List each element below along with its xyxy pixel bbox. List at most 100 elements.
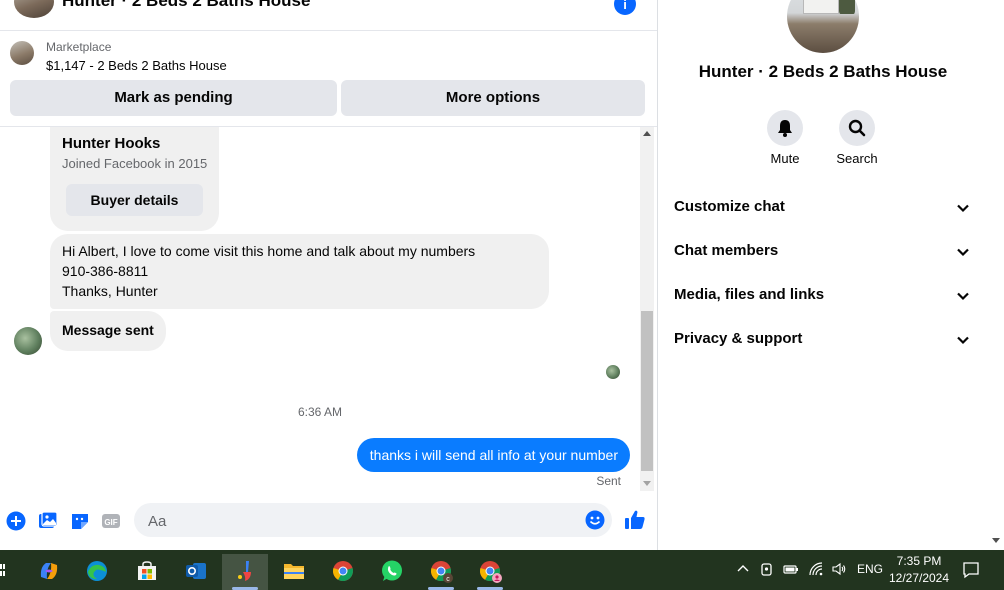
clock-date: 12/27/2024 bbox=[888, 571, 950, 585]
conversation-title[interactable]: Hunter · 2 Beds 2 Baths House bbox=[62, 0, 310, 11]
house-image bbox=[803, 0, 839, 14]
section-privacy-support[interactable]: Privacy & support bbox=[674, 321, 974, 357]
search-button[interactable]: Search bbox=[822, 110, 892, 166]
sender-avatar[interactable] bbox=[14, 327, 42, 355]
buyer-name: Hunter Hooks bbox=[62, 135, 161, 152]
incoming-message[interactable]: Message sent bbox=[50, 311, 166, 351]
chevron-down-icon bbox=[957, 204, 969, 213]
edge-icon[interactable] bbox=[78, 554, 116, 590]
info-title: Hunter · 2 Beds 2 Baths House bbox=[698, 62, 948, 81]
conversation-info-panel: Hunter · 2 Beds 2 Baths House Mute Searc… bbox=[658, 0, 988, 550]
thumbs-up-icon[interactable] bbox=[623, 508, 647, 532]
search-label: Search bbox=[836, 151, 878, 166]
meet-now-icon[interactable] bbox=[759, 561, 775, 577]
chevron-down-icon bbox=[957, 248, 969, 257]
svg-text:c: c bbox=[446, 576, 450, 583]
gif-icon[interactable]: GIF bbox=[101, 511, 121, 531]
timestamp: 6:36 AM bbox=[297, 405, 343, 419]
bell-icon bbox=[778, 120, 792, 137]
scroll-down-arrow[interactable] bbox=[643, 481, 651, 486]
emoji-icon[interactable] bbox=[585, 510, 605, 530]
windows-taskbar: c ENG 7:35 PM 12/27/2024 bbox=[0, 550, 1004, 590]
listing-title: $1,147 - 2 Beds 2 Baths House bbox=[46, 58, 227, 73]
tree-image bbox=[839, 0, 855, 14]
whatsapp-icon[interactable] bbox=[373, 554, 411, 590]
message-line: 910-386-8811 bbox=[62, 263, 149, 279]
chrome-glyph: c bbox=[431, 561, 453, 583]
chrome-glyph bbox=[480, 561, 502, 583]
message-input[interactable] bbox=[146, 503, 570, 539]
store-icon[interactable] bbox=[128, 554, 166, 590]
buyer-card: Hunter Hooks Joined Facebook in 2015 Buy… bbox=[50, 127, 219, 231]
message-thread: Hunter Hooks Joined Facebook in 2015 Buy… bbox=[0, 127, 640, 492]
outlook-icon[interactable] bbox=[177, 554, 215, 590]
volume-icon[interactable] bbox=[831, 561, 847, 577]
copilot-glyph bbox=[40, 563, 58, 579]
message-line: Hi Albert, I love to come visit this hom… bbox=[62, 243, 476, 259]
mark-as-pending-button[interactable]: Mark as pending bbox=[10, 80, 337, 116]
chrome-profile-c-icon[interactable]: c bbox=[422, 554, 460, 590]
more-options-button[interactable]: More options bbox=[341, 80, 645, 116]
scroll-down-arrow[interactable] bbox=[992, 538, 1000, 543]
message-composer: GIF bbox=[0, 496, 657, 544]
file-explorer-icon[interactable] bbox=[275, 554, 313, 590]
start-icon[interactable] bbox=[0, 562, 6, 578]
buyer-details-button[interactable]: Buyer details bbox=[66, 184, 203, 216]
info-icon[interactable]: i bbox=[614, 0, 636, 15]
marketplace-listing[interactable]: Marketplace $1,147 - 2 Beds 2 Baths Hous… bbox=[0, 31, 657, 76]
section-label: Media, files and links bbox=[674, 286, 825, 303]
chevron-down-icon bbox=[957, 336, 969, 345]
plus-icon[interactable] bbox=[6, 511, 26, 531]
paint-icon[interactable] bbox=[222, 554, 268, 590]
chrome-profile-icon[interactable] bbox=[471, 554, 509, 590]
mute-label: Mute bbox=[770, 151, 800, 166]
svg-text:GIF: GIF bbox=[104, 518, 117, 527]
message-status: Sent bbox=[596, 474, 621, 488]
mute-button-circle[interactable] bbox=[767, 110, 803, 146]
conversation-avatar[interactable] bbox=[14, 0, 54, 18]
buyer-joined: Joined Facebook in 2015 bbox=[62, 156, 208, 171]
folder-glyph bbox=[284, 564, 304, 579]
chat-header: Hunter · 2 Beds 2 Baths House i bbox=[0, 0, 657, 31]
message-input-wrapper bbox=[134, 503, 612, 539]
section-label: Privacy & support bbox=[674, 330, 803, 347]
message-line: Thanks, Hunter bbox=[62, 283, 158, 299]
copilot-icon[interactable] bbox=[30, 554, 68, 590]
chevron-down-icon bbox=[957, 292, 969, 301]
chat-pane: Hunter · 2 Beds 2 Baths House i Marketpl… bbox=[0, 0, 658, 550]
listing-thumbnail bbox=[10, 41, 34, 65]
sticker-icon[interactable] bbox=[70, 511, 90, 531]
listing-photo[interactable] bbox=[787, 0, 859, 53]
section-media-files-links[interactable]: Media, files and links bbox=[674, 277, 974, 313]
notification-icon[interactable] bbox=[962, 561, 980, 579]
search-button-circle[interactable] bbox=[839, 110, 875, 146]
read-receipt-avatar bbox=[606, 365, 620, 379]
scroll-thumb[interactable] bbox=[641, 311, 653, 471]
photo-icon[interactable] bbox=[38, 511, 58, 531]
thread-scrollbar[interactable] bbox=[640, 127, 654, 491]
outgoing-message[interactable]: thanks i will send all info at your numb… bbox=[356, 438, 630, 472]
chrome-glyph bbox=[333, 561, 353, 582]
wifi-icon[interactable] bbox=[808, 561, 824, 577]
battery-icon[interactable] bbox=[783, 561, 799, 577]
incoming-message[interactable]: Hi Albert, I love to come visit this hom… bbox=[50, 234, 549, 309]
section-label: Chat members bbox=[674, 242, 779, 259]
mute-button[interactable]: Mute bbox=[750, 110, 820, 166]
section-chat-members[interactable]: Chat members bbox=[674, 233, 974, 269]
section-customize-chat[interactable]: Customize chat bbox=[674, 189, 974, 225]
info-panel-scrollbar[interactable] bbox=[988, 0, 1004, 550]
search-icon bbox=[848, 119, 866, 137]
clock-time: 7:35 PM bbox=[896, 554, 942, 568]
paint-glyph bbox=[238, 561, 251, 581]
clock[interactable]: 7:35 PM 12/27/2024 bbox=[880, 553, 958, 587]
section-label: Customize chat bbox=[674, 198, 785, 215]
outlook-glyph bbox=[186, 563, 206, 579]
listing-actions: Mark as pending More options bbox=[10, 80, 646, 116]
edge-glyph bbox=[87, 561, 107, 581]
whatsapp-glyph bbox=[382, 560, 402, 581]
scroll-up-arrow[interactable] bbox=[643, 131, 651, 136]
chevron-up-icon[interactable] bbox=[735, 561, 751, 577]
store-glyph bbox=[138, 561, 156, 580]
marketplace-label: Marketplace bbox=[46, 40, 112, 54]
chrome-icon[interactable] bbox=[324, 554, 362, 590]
